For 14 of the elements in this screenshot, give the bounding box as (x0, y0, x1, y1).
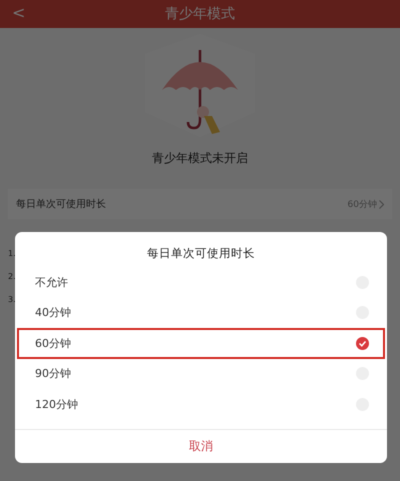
window-title: 青少年模式 (165, 5, 235, 23)
dialog-title: 每日单次可使用时长 (146, 245, 256, 262)
chevron-right-icon (379, 200, 384, 208)
option-item[interactable]: 120分钟 (17, 389, 385, 420)
note-number: 1. (8, 249, 16, 258)
option-item[interactable]: 90分钟 (17, 358, 385, 389)
option-item[interactable]: 不允许 (17, 267, 385, 298)
note-number: 2. (8, 272, 16, 281)
option-item[interactable]: 40分钟 (17, 298, 385, 328)
status-text: 青少年模式未开启 (151, 150, 249, 167)
setting-label: 每日单次可使用时长 (16, 198, 106, 211)
note-number: 3. (8, 295, 16, 304)
option-item[interactable]: 60分钟 (17, 328, 385, 358)
cancel-button[interactable]: 取消 (15, 430, 387, 463)
